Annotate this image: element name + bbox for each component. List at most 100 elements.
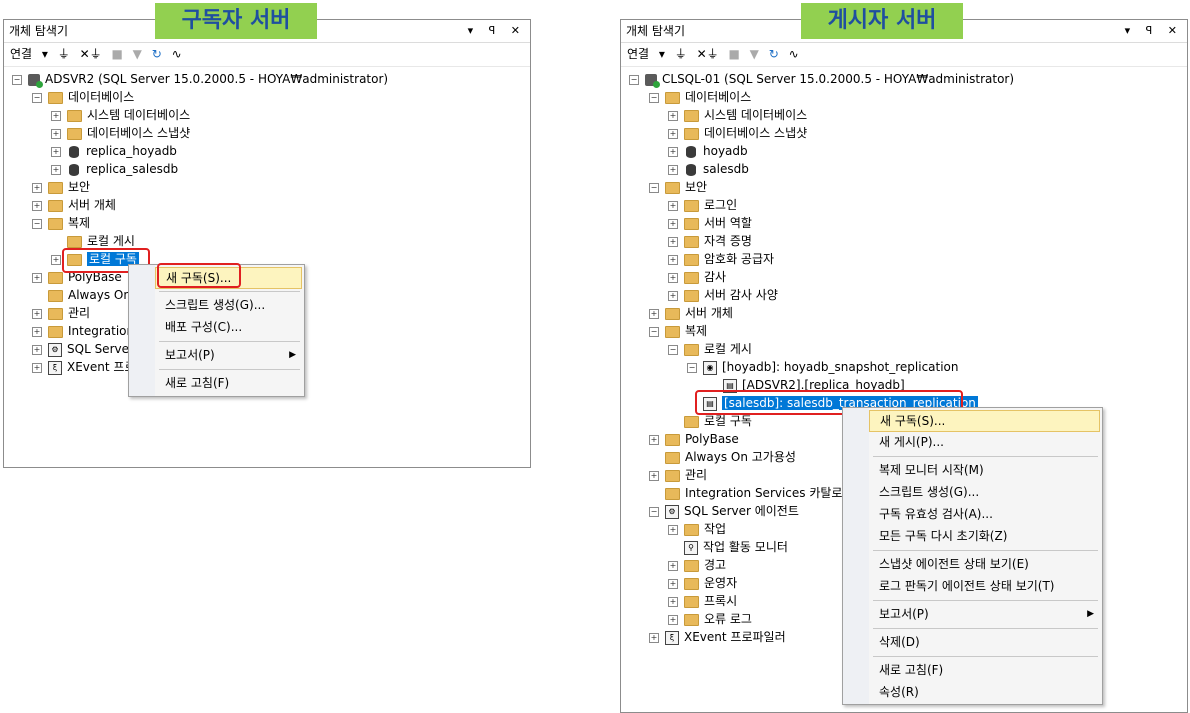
menu-delete[interactable]: 삭제(D) (869, 632, 1100, 652)
tree-node-security[interactable]: + 보안 (32, 178, 90, 196)
menu-refresh[interactable]: 새로 고침(F) (155, 373, 302, 393)
tree-node-replica-hoyadb[interactable]: + replica_hoyadb (51, 142, 177, 160)
activity-monitor-icon[interactable]: ∿ (172, 47, 182, 61)
menu-reinitialize-all[interactable]: 모든 구독 다시 초기화(Z) (869, 526, 1100, 546)
connect-icon[interactable]: ⏚ (675, 47, 687, 61)
tree-node-system-databases[interactable]: + 시스템 데이터베이스 (51, 106, 190, 124)
server-icon (28, 73, 43, 88)
tree-node-salesdb[interactable]: + salesdb (668, 160, 749, 178)
tree-node-database-snapshots[interactable]: + 데이터베이스 스냅샷 (668, 124, 807, 142)
tree-node-sql-agent[interactable]: + ⚙ SQL Server (32, 340, 134, 358)
folder-icon (684, 289, 699, 302)
menu-properties[interactable]: 속성(R) (869, 682, 1100, 702)
agent-icon: ⚙ (48, 342, 62, 357)
tree-node-integration-services[interactable]: Integration Services 카탈로그 (649, 484, 854, 502)
context-menu: 새 구독(S)... 새 게시(P)... 복제 모니터 시작(M) 스크립트 … (842, 407, 1103, 705)
tree-node-error-logs[interactable]: + 오류 로그 (668, 610, 752, 628)
tree-node-always-on[interactable]: Always On 고가용성 (649, 448, 796, 466)
folder-icon (665, 451, 680, 464)
stop-icon[interactable]: ■ (112, 47, 123, 61)
menu-log-reader-agent-status[interactable]: 로그 판독기 에이전트 상태 보기(T) (869, 576, 1100, 596)
folder-icon (684, 613, 699, 626)
tree-node-server-audit-specs[interactable]: + 서버 감사 사양 (668, 286, 778, 304)
tree-node-crypto-providers[interactable]: + 암호화 공급자 (668, 250, 774, 268)
folder-icon (684, 577, 699, 590)
activity-monitor-icon[interactable]: ∿ (789, 47, 799, 61)
refresh-icon[interactable]: ↻ (152, 47, 162, 61)
tree-node-logins[interactable]: + 로그인 (668, 196, 737, 214)
tree-node-system-databases[interactable]: + 시스템 데이터베이스 (668, 106, 807, 124)
tree-node-credentials[interactable]: + 자격 증명 (668, 232, 752, 250)
connect-button[interactable]: 연결 ▾ (627, 47, 665, 61)
database-icon (686, 163, 696, 176)
tree-node-server-objects[interactable]: + 서버 개체 (32, 196, 116, 214)
tree-node-server[interactable]: − ADSVR2 (SQL Server 15.0.2000.5 - HOYA₩a… (12, 70, 388, 88)
menu-new-publication[interactable]: 새 게시(P)... (869, 432, 1100, 452)
tree-node-jobs[interactable]: + 작업 (668, 520, 726, 538)
xevent-icon: ξ (48, 360, 62, 375)
menu-validate-subscriptions[interactable]: 구독 유효성 검사(A)... (869, 504, 1100, 524)
tree-node-databases[interactable]: − 데이터베이스 (649, 88, 751, 106)
folder-icon (48, 91, 63, 104)
folder-icon (684, 415, 699, 428)
tree-node-always-on[interactable]: Always On (32, 286, 131, 304)
menu-reports[interactable]: 보고서(P) ▶ (869, 604, 1100, 624)
filter-icon[interactable]: ▼ (133, 47, 142, 61)
folder-icon (48, 325, 63, 338)
folder-icon (48, 217, 63, 230)
tree-node-polybase[interactable]: + PolyBase (649, 430, 739, 448)
tree-node-server-roles[interactable]: + 서버 역할 (668, 214, 752, 232)
tree-node-management[interactable]: + 관리 (649, 466, 707, 484)
tree-node-replication[interactable]: − 복제 (649, 322, 707, 340)
agent-icon: ⚙ (665, 504, 679, 519)
menu-reports[interactable]: 보고서(P) ▶ (155, 345, 302, 365)
highlight-new-subscription (157, 263, 241, 288)
menu-refresh[interactable]: 새로 고침(F) (869, 660, 1100, 680)
tree-node-replica-salesdb[interactable]: + replica_salesdb (51, 160, 178, 178)
tree-node-alerts[interactable]: + 경고 (668, 556, 726, 574)
connect-button[interactable]: 연결 ▾ (10, 47, 48, 61)
tree-node-proxies[interactable]: + 프록시 (668, 592, 737, 610)
menu-new-subscription[interactable]: 새 구독(S)... (869, 410, 1100, 432)
menu-generate-script[interactable]: 스크립트 생성(G)... (869, 482, 1100, 502)
refresh-icon[interactable]: ↻ (769, 47, 779, 61)
menu-launch-replication-monitor[interactable]: 복제 모니터 시작(M) (869, 460, 1100, 480)
window-buttons[interactable]: ▾ ꟼ ✕ (468, 20, 526, 42)
connect-icon[interactable]: ⏚ (58, 47, 70, 61)
tree-node-database-snapshots[interactable]: + 데이터베이스 스냅샷 (51, 124, 190, 142)
folder-icon (684, 235, 699, 248)
folder-icon (684, 253, 699, 266)
tree-node-replication[interactable]: − 복제 (32, 214, 90, 232)
menu-generate-script[interactable]: 스크립트 생성(G)... (155, 295, 302, 315)
folder-icon (665, 487, 680, 500)
tree-node-operators[interactable]: + 운영자 (668, 574, 737, 592)
folder-icon (48, 271, 63, 284)
menu-snapshot-agent-status[interactable]: 스냅샷 에이전트 상태 보기(E) (869, 554, 1100, 574)
tree-node-xevent[interactable]: + ξ XEvent 프로 (32, 358, 136, 376)
tree-node-xevent-profiler[interactable]: + ξ XEvent 프로파일러 (649, 628, 786, 646)
tree-node-management[interactable]: + 관리 (32, 304, 90, 322)
window-buttons[interactable]: ▾ ꟼ ✕ (1125, 20, 1183, 42)
tree-node-sql-agent[interactable]: − ⚙ SQL Server 에이전트 (649, 502, 799, 520)
tree-node-job-activity-monitor[interactable]: ⚲ 작업 활동 모니터 (668, 538, 788, 556)
database-icon (69, 145, 79, 158)
tree-node-security[interactable]: − 보안 (649, 178, 707, 196)
tree-node-local-publications[interactable]: − 로컬 게시 (668, 340, 752, 358)
disconnect-icon[interactable]: ✕⏚ (80, 47, 102, 61)
folder-icon (665, 469, 680, 482)
tree-node-server[interactable]: − CLSQL-01 (SQL Server 15.0.2000.5 - HOYA… (629, 70, 1014, 88)
tree-node-audits[interactable]: + 감사 (668, 268, 726, 286)
tree-node-integration[interactable]: + Integration (32, 322, 134, 340)
tree-node-snapshot-publication[interactable]: − ◉ [hoyadb]: hoyadb_snapshot_replication (687, 358, 959, 376)
folder-icon (684, 271, 699, 284)
tree-node-databases[interactable]: − 데이터베이스 (32, 88, 134, 106)
menu-configure-distribution[interactable]: 배포 구성(C)... (155, 317, 302, 337)
folder-icon (684, 217, 699, 230)
stop-icon[interactable]: ■ (729, 47, 740, 61)
folder-icon (48, 199, 63, 212)
disconnect-icon[interactable]: ✕⏚ (697, 47, 719, 61)
tree-node-server-objects[interactable]: + 서버 개체 (649, 304, 733, 322)
filter-icon[interactable]: ▼ (750, 47, 759, 61)
tree-node-hoyadb[interactable]: + hoyadb (668, 142, 748, 160)
folder-icon (665, 433, 680, 446)
